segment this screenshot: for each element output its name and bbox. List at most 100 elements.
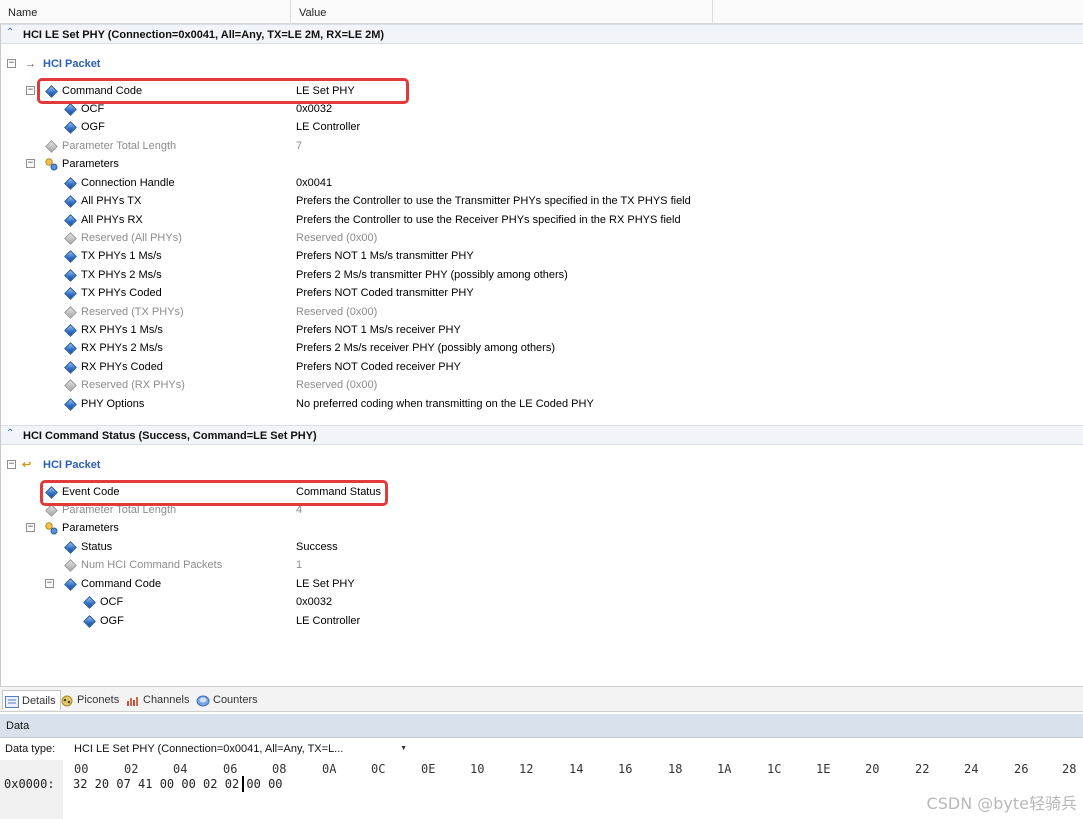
- tab-details[interactable]: Details: [2, 690, 61, 710]
- hex-col-label: 12: [519, 762, 534, 776]
- tree-row[interactable]: Reserved (All PHYs) Reserved (0x00): [1, 229, 1083, 247]
- hex-col-label: 26: [1014, 762, 1029, 776]
- field-diamond-gray-icon: [63, 231, 77, 245]
- field-diamond-icon: [63, 194, 77, 208]
- tree-row[interactable]: All PHYs RX Prefers the Controller to us…: [1, 211, 1083, 229]
- hex-view[interactable]: 00 02 04 06 08 0A 0C 0E 10 12 14 16 18 1…: [0, 760, 1083, 819]
- tree-row[interactable]: RX PHYs Coded Prefers NOT Coded receiver…: [1, 358, 1083, 376]
- tree-row[interactable]: − Command Code LE Set PHY: [1, 575, 1083, 593]
- field-name: TX PHYs 2 Ms/s: [81, 269, 162, 281]
- tree-row-parameters[interactable]: − Parameters: [1, 155, 1083, 173]
- field-diamond-icon: [63, 102, 77, 116]
- column-name[interactable]: Name: [0, 0, 291, 24]
- field-value: 0x0032: [296, 596, 333, 608]
- collapse-chevron-icon[interactable]: ⌃: [6, 27, 14, 38]
- parameters-gears-icon: [44, 157, 58, 171]
- hex-col-label: 22: [915, 762, 930, 776]
- collapse-icon[interactable]: −: [7, 460, 16, 469]
- counters-icon: [196, 694, 210, 707]
- tree-row[interactable]: All PHYs TX Prefers the Controller to us…: [1, 192, 1083, 210]
- field-diamond-icon: [63, 249, 77, 263]
- tree-row[interactable]: Reserved (RX PHYs) Reserved (0x00): [1, 376, 1083, 394]
- tree-row[interactable]: OGF LE Controller: [1, 612, 1083, 630]
- tab-counters[interactable]: Counters: [194, 690, 258, 710]
- tree-row[interactable]: Reserved (TX PHYs) Reserved (0x00): [1, 303, 1083, 321]
- field-name: RX PHYs 1 Ms/s: [81, 324, 163, 336]
- field-name: OCF: [100, 596, 124, 608]
- tab-label: Piconets: [77, 694, 120, 706]
- field-name: Parameters: [62, 158, 119, 170]
- field-name: Command Code: [81, 578, 162, 590]
- tree-row-hci-packet[interactable]: − ↩ HCI Packet: [1, 456, 1083, 474]
- tree-row[interactable]: TX PHYs 1 Ms/s Prefers NOT 1 Ms/s transm…: [1, 247, 1083, 265]
- hex-col-label: 16: [618, 762, 633, 776]
- tree-row[interactable]: TX PHYs 2 Ms/s Prefers 2 Ms/s transmitte…: [1, 266, 1083, 284]
- field-diamond-icon: [63, 213, 77, 227]
- tree-row-hci-packet[interactable]: − → HCI Packet: [1, 55, 1083, 73]
- hex-col-label: 04: [173, 762, 188, 776]
- collapse-icon[interactable]: −: [7, 59, 16, 68]
- column-value[interactable]: Value: [291, 0, 713, 24]
- tree-row[interactable]: Num HCI Command Packets 1: [1, 556, 1083, 574]
- hex-col-label: 08: [272, 762, 287, 776]
- tree-row[interactable]: RX PHYs 2 Ms/s Prefers 2 Ms/s receiver P…: [1, 339, 1083, 357]
- tab-label: Details: [22, 695, 56, 707]
- tree-row[interactable]: OCF 0x0032: [1, 593, 1083, 611]
- field-value: 7: [296, 140, 303, 152]
- field-diamond-icon: [63, 286, 77, 300]
- packet-tree: ⌃ HCI LE Set PHY (Connection=0x0041, All…: [0, 24, 1083, 686]
- hex-col-label: 00: [74, 762, 89, 776]
- data-panel-header: Data: [0, 714, 1083, 738]
- tree-row[interactable]: Parameter Total Length 7: [1, 137, 1083, 155]
- hex-col-label: 18: [668, 762, 683, 776]
- tree-row-parameters[interactable]: − Parameters: [1, 519, 1083, 537]
- field-diamond-icon: [63, 323, 77, 337]
- tab-piconets[interactable]: Piconets: [58, 690, 119, 710]
- field-diamond-icon: [82, 614, 96, 628]
- field-name: TX PHYs Coded: [81, 287, 162, 299]
- section-le-set-phy[interactable]: ⌃ HCI LE Set PHY (Connection=0x0041, All…: [1, 24, 1083, 44]
- field-diamond-gray-icon: [63, 558, 77, 572]
- data-type-row: Data type: HCI LE Set PHY (Connection=0x…: [0, 738, 1083, 760]
- tree-row[interactable]: TX PHYs Coded Prefers NOT Coded transmit…: [1, 284, 1083, 302]
- field-diamond-icon: [63, 577, 77, 591]
- tree-row[interactable]: PHY Options No preferred coding when tra…: [1, 395, 1083, 413]
- tab-label: Channels: [143, 694, 190, 706]
- arrow-right-icon: →: [25, 58, 36, 70]
- field-name: Reserved (All PHYs): [81, 232, 182, 244]
- field-diamond-gray-icon: [44, 503, 58, 517]
- field-value: Reserved (0x00): [296, 232, 378, 244]
- field-name: Reserved (RX PHYs): [81, 379, 185, 391]
- field-value: 1: [296, 559, 303, 571]
- hex-col-label: 0A: [322, 762, 337, 776]
- piconets-icon: [60, 694, 74, 707]
- hex-column-header: 00 02 04 06 08 0A 0C 0E 10 12 14 16 18 1…: [0, 762, 1083, 778]
- dropdown-arrow-icon[interactable]: ▼: [400, 740, 407, 758]
- field-value: Reserved (0x00): [296, 379, 378, 391]
- collapse-icon[interactable]: −: [45, 579, 54, 588]
- tree-row[interactable]: Connection Handle 0x0041: [1, 174, 1083, 192]
- field-diamond-icon: [63, 341, 77, 355]
- section-command-status[interactable]: ⌃ HCI Command Status (Success, Command=L…: [1, 425, 1083, 445]
- hex-col-label: 14: [569, 762, 584, 776]
- collapse-icon[interactable]: −: [26, 86, 35, 95]
- hex-col-label: 24: [964, 762, 979, 776]
- tab-channels[interactable]: Channels: [124, 690, 189, 710]
- field-value: LE Set PHY: [296, 578, 355, 590]
- hex-col-label: 20: [865, 762, 880, 776]
- field-value: Prefers the Controller to use the Transm…: [296, 195, 691, 207]
- tree-row[interactable]: RX PHYs 1 Ms/s Prefers NOT 1 Ms/s receiv…: [1, 321, 1083, 339]
- field-value: Prefers NOT Coded transmitter PHY: [296, 287, 474, 299]
- tree-row[interactable]: Status Success: [1, 538, 1083, 556]
- collapse-chevron-icon[interactable]: ⌃: [6, 428, 14, 439]
- collapse-icon[interactable]: −: [26, 523, 35, 532]
- text-caret: [242, 776, 244, 792]
- field-name: Num HCI Command Packets: [81, 559, 223, 571]
- field-value: Prefers 2 Ms/s transmitter PHY (possibly…: [296, 269, 568, 281]
- field-name: Reserved (TX PHYs): [81, 306, 184, 318]
- hex-bytes[interactable]: 32 20 07 41 00 00 02 02 00 00: [73, 777, 283, 791]
- collapse-icon[interactable]: −: [26, 159, 35, 168]
- data-type-select[interactable]: HCI LE Set PHY (Connection=0x0041, All=A…: [71, 740, 413, 758]
- field-name: OGF: [81, 121, 105, 133]
- tree-row[interactable]: OGF LE Controller: [1, 118, 1083, 136]
